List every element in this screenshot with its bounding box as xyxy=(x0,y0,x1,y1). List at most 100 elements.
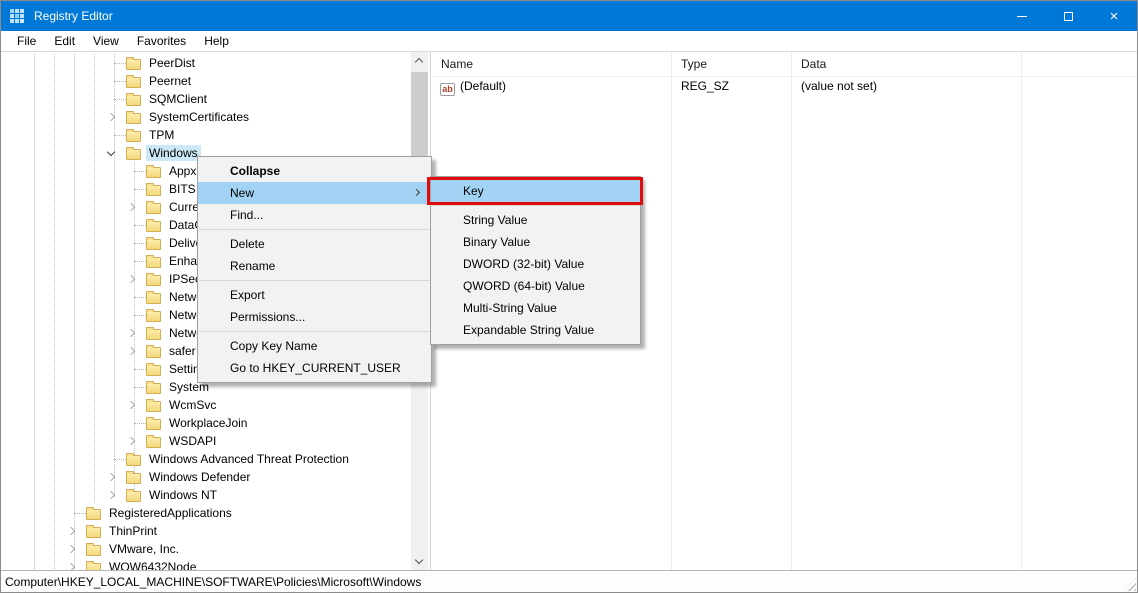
window-title: Registry Editor xyxy=(34,9,113,23)
chevron-right-icon[interactable] xyxy=(107,113,115,121)
submenu-item-multi-string-value[interactable]: Multi-String Value xyxy=(431,297,640,319)
tree-item-peerdist[interactable]: PeerDist xyxy=(1,54,430,72)
submenu-item-expandable-string-value[interactable]: Expandable String Value xyxy=(431,319,640,341)
expander-slot xyxy=(124,396,140,414)
context-menu-item-rename[interactable]: Rename xyxy=(198,255,431,277)
chevron-right-icon[interactable] xyxy=(107,491,115,499)
expander-slot xyxy=(64,558,80,570)
expander-slot xyxy=(64,504,80,522)
tree-item-thinprint[interactable]: ThinPrint xyxy=(1,522,430,540)
tree-item-wcmsvc[interactable]: WcmSvc xyxy=(1,396,430,414)
column-divider[interactable] xyxy=(791,52,792,570)
chevron-right-icon[interactable] xyxy=(67,545,75,553)
folder-icon xyxy=(126,59,141,70)
tree-item-windows-nt[interactable]: Windows NT xyxy=(1,486,430,504)
tree-item-label: VMware, Inc. xyxy=(106,541,182,557)
context-menu-item-find[interactable]: Find... xyxy=(198,204,431,226)
menubar-item-favorites[interactable]: Favorites xyxy=(128,31,195,51)
expander-slot xyxy=(104,468,120,486)
close-button[interactable]: × xyxy=(1091,1,1137,31)
tree-guide-stub xyxy=(114,459,126,460)
context-menu-separator xyxy=(199,229,430,230)
menubar-item-file[interactable]: File xyxy=(8,31,45,51)
resize-grip-icon[interactable] xyxy=(1123,578,1136,591)
context-menu-item-go-to-hkey-current-user[interactable]: Go to HKEY_CURRENT_USER xyxy=(198,357,431,379)
chevron-right-icon[interactable] xyxy=(107,473,115,481)
tree-item-vmware-inc[interactable]: VMware, Inc. xyxy=(1,540,430,558)
chevron-right-icon[interactable] xyxy=(127,203,135,211)
annotation-red-box xyxy=(427,177,643,205)
value-row-default[interactable]: ab(Default)REG_SZ(value not set) xyxy=(432,77,1137,96)
registry-editor-window: Registry Editor × FileEditViewFavoritesH… xyxy=(0,0,1138,593)
submenu-item-qword-64-bit-value[interactable]: QWORD (64-bit) Value xyxy=(431,275,640,297)
tree-item-label: WorkplaceJoin xyxy=(166,415,250,431)
selected-key-path: Computer\HKEY_LOCAL_MACHINE\SOFTWARE\Pol… xyxy=(1,575,421,589)
submenu-item-dword-32-bit-value[interactable]: DWORD (32-bit) Value xyxy=(431,253,640,275)
tree-item-label: SQMClient xyxy=(146,91,210,107)
expander-slot xyxy=(124,216,140,234)
tree-item-tpm[interactable]: TPM xyxy=(1,126,430,144)
context-menu-item-collapse[interactable]: Collapse xyxy=(198,160,431,182)
chevron-right-icon[interactable] xyxy=(67,527,75,535)
context-menu: CollapseNewFind... DeleteRename ExportPerm… xyxy=(197,156,432,383)
folder-icon xyxy=(126,131,141,142)
tree-item-systemcertificates[interactable]: SystemCertificates xyxy=(1,108,430,126)
minimize-button[interactable] xyxy=(999,1,1045,31)
folder-icon xyxy=(146,293,161,304)
expander-slot xyxy=(124,162,140,180)
menubar-item-edit[interactable]: Edit xyxy=(45,31,84,51)
value-data-cell: (value not set) xyxy=(801,77,877,96)
scroll-up-button[interactable] xyxy=(411,52,428,69)
column-header-name[interactable]: Name xyxy=(441,52,473,77)
registry-editor-icon xyxy=(10,9,25,24)
tree-item-windows-advanced-threat-protection[interactable]: Windows Advanced Threat Protection xyxy=(1,450,430,468)
tree-guide-stub xyxy=(134,369,146,370)
list-header: Name Type Data xyxy=(432,52,1137,77)
menubar: FileEditViewFavoritesHelp xyxy=(1,31,1137,51)
tree-item-label: Windows NT xyxy=(146,487,220,503)
context-menu-item-delete[interactable]: Delete xyxy=(198,233,431,255)
maximize-button[interactable] xyxy=(1045,1,1091,31)
tree-item-label: PeerDist xyxy=(146,55,198,71)
scroll-down-button[interactable] xyxy=(411,553,428,570)
tree-item-windows-defender[interactable]: Windows Defender xyxy=(1,468,430,486)
tree-item-wow6432node[interactable]: WOW6432Node xyxy=(1,558,430,570)
tree-item-peernet[interactable]: Peernet xyxy=(1,72,430,90)
submenu-arrow-icon xyxy=(413,189,420,196)
chevron-down-icon[interactable] xyxy=(107,148,115,156)
tree-item-workplacejoin[interactable]: WorkplaceJoin xyxy=(1,414,430,432)
tree-item-label: Windows Advanced Threat Protection xyxy=(146,451,352,467)
column-header-type[interactable]: Type xyxy=(681,52,707,77)
expander-slot xyxy=(104,72,120,90)
string-value-icon: ab xyxy=(440,83,455,96)
tree-item-label: WSDAPI xyxy=(166,433,219,449)
chevron-right-icon[interactable] xyxy=(127,329,135,337)
tree-item-sqmclient[interactable]: SQMClient xyxy=(1,90,430,108)
submenu-item-binary-value[interactable]: Binary Value xyxy=(431,231,640,253)
folder-icon xyxy=(126,473,141,484)
titlebar[interactable]: Registry Editor × xyxy=(1,1,1137,31)
chevron-right-icon[interactable] xyxy=(127,437,135,445)
tree-guide-stub xyxy=(114,63,126,64)
chevron-right-icon[interactable] xyxy=(127,401,135,409)
menubar-item-view[interactable]: View xyxy=(84,31,128,51)
folder-icon xyxy=(146,185,161,196)
chevron-right-icon[interactable] xyxy=(127,347,135,355)
context-menu-item-new[interactable]: New xyxy=(198,182,431,204)
context-menu-item-copy-key-name[interactable]: Copy Key Name xyxy=(198,335,431,357)
column-divider[interactable] xyxy=(1021,52,1022,570)
expander-slot xyxy=(104,126,120,144)
folder-icon xyxy=(126,113,141,124)
folder-icon xyxy=(146,329,161,340)
menubar-item-help[interactable]: Help xyxy=(195,31,238,51)
tree-item-label: safer xyxy=(166,343,199,359)
tree-item-registeredapplications[interactable]: RegisteredApplications xyxy=(1,504,430,522)
column-divider[interactable] xyxy=(671,52,672,570)
chevron-right-icon[interactable] xyxy=(67,563,75,570)
context-menu-item-export[interactable]: Export xyxy=(198,284,431,306)
context-menu-item-permissions[interactable]: Permissions... xyxy=(198,306,431,328)
tree-item-wsdapi[interactable]: WSDAPI xyxy=(1,432,430,450)
chevron-right-icon[interactable] xyxy=(127,275,135,283)
column-header-data[interactable]: Data xyxy=(801,52,826,77)
submenu-item-string-value[interactable]: String Value xyxy=(431,209,640,231)
